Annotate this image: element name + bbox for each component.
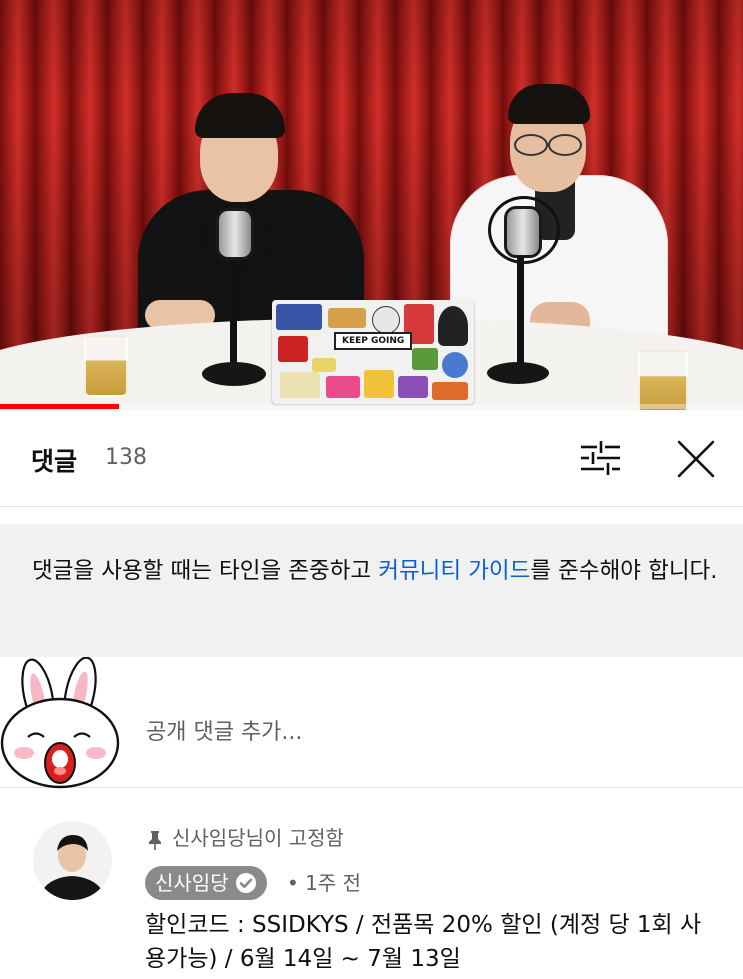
guideline-text: 댓글을 사용할 때는 타인을 존중하고 커뮤니티 가이드를 준수해야 합니다. bbox=[32, 558, 718, 584]
author-name-chip[interactable]: 신사임당 bbox=[145, 866, 267, 900]
comment-timestamp: • 1주 전 bbox=[287, 871, 362, 895]
video-progress-bar[interactable] bbox=[0, 404, 743, 409]
community-guideline-banner: 댓글을 사용할 때는 타인을 존중하고 커뮤니티 가이드를 준수해야 합니다. bbox=[0, 524, 743, 657]
comments-header: 댓글 138 bbox=[0, 410, 743, 507]
close-icon bbox=[677, 440, 715, 478]
close-comments-button[interactable] bbox=[668, 436, 724, 482]
add-public-comment-input[interactable]: 공개 댓글 추가... bbox=[146, 714, 302, 746]
laptop-with-stickers: KEEP GOING bbox=[272, 300, 474, 404]
tune-icon bbox=[581, 441, 620, 475]
comments-title: 댓글 bbox=[31, 447, 78, 476]
comment-text: 할인코드 : SSIDKYS / 전품목 20% 할인 (계정 당 1회 사용가… bbox=[145, 912, 702, 972]
tea-glass bbox=[638, 350, 688, 410]
video-player[interactable]: KEEP GOING bbox=[0, 0, 743, 410]
sort-filter-button[interactable] bbox=[574, 436, 628, 480]
pinned-comment: 신사임당님이 고정함 신사임당 • 1주 전 할인코드 : SSIDKYS / … bbox=[0, 800, 743, 979]
pin-icon bbox=[149, 830, 161, 850]
author-photo bbox=[33, 821, 112, 900]
user-avatar[interactable] bbox=[0, 657, 125, 792]
verified-check-icon bbox=[235, 872, 256, 893]
community-guidelines-link[interactable]: 커뮤니티 가이드 bbox=[378, 558, 530, 584]
video-progress-fill bbox=[0, 404, 119, 409]
add-comment-row: 공개 댓글 추가... bbox=[0, 657, 743, 789]
tea-glass bbox=[84, 335, 128, 397]
comments-count: 138 bbox=[105, 445, 147, 470]
keep-going-sticker: KEEP GOING bbox=[334, 332, 413, 350]
comment-author-avatar[interactable] bbox=[33, 821, 112, 900]
pinned-label: 신사임당님이 고정함 bbox=[148, 822, 344, 851]
